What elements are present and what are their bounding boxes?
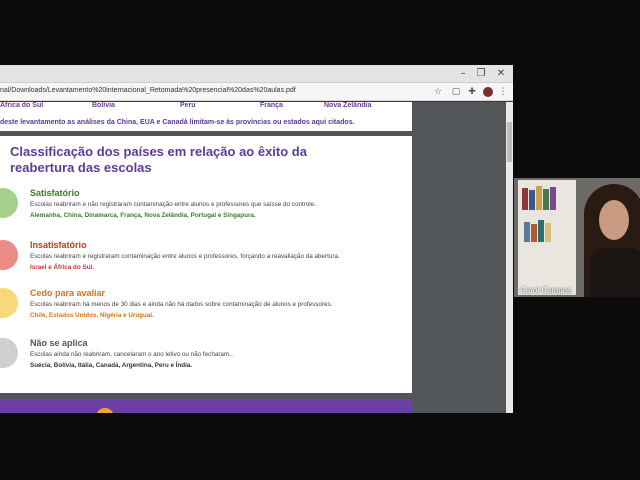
next-page-header <box>0 399 412 413</box>
decorative-circle-icon <box>96 408 114 413</box>
url-text[interactable]: nal/Downloads/Levantamento%20internacion… <box>0 87 296 94</box>
footnote-text: deste levantamento as análises da China,… <box>0 119 355 126</box>
vertical-scrollbar[interactable] <box>506 102 513 413</box>
country-label: França <box>260 102 283 109</box>
puzzle-icon[interactable]: ✚ <box>466 86 478 98</box>
category-title: Satisfatório <box>30 188 80 198</box>
country-label: África do Sul <box>0 102 44 109</box>
star-icon[interactable]: ☆ <box>432 86 444 98</box>
status-circle-icon <box>0 188 18 218</box>
status-circle-icon <box>0 240 18 270</box>
extension-icon[interactable]: ▢ <box>450 86 462 98</box>
category-title: Não se aplica <box>30 338 88 348</box>
video-call-stage: – ❐ ✕ nal/Downloads/Levantamento%20inter… <box>0 0 640 480</box>
category-description: Escolas reabriram e registraram contamin… <box>30 253 340 260</box>
category-countries: Suécia, Bolívia, Itália, Canadá, Argenti… <box>30 362 193 369</box>
close-icon[interactable]: ✕ <box>494 67 508 81</box>
country-label: Nova Zelândia <box>324 102 372 109</box>
maximize-icon[interactable]: ❐ <box>474 67 488 81</box>
category-description: Escolas ainda não reabriram, cancelaram … <box>30 351 235 358</box>
category-description: Escolas reabriram e não registraram cont… <box>30 201 316 208</box>
pdf-page: Classificação dos países em relação ao ê… <box>0 136 412 393</box>
category-countries: Chile, Estados Unidos, Nigéria e Uruguai… <box>30 312 154 319</box>
shared-screen: – ❐ ✕ nal/Downloads/Levantamento%20inter… <box>0 65 513 413</box>
pdf-viewer[interactable]: África do Sul Bolívia Peru França Nova Z… <box>0 102 506 413</box>
category-title: Insatisfatório <box>30 240 87 250</box>
participant-body <box>590 248 640 297</box>
category-description: Escolas reabriram há menos de 30 dias e … <box>30 301 333 308</box>
pdf-page-previous: África do Sul Bolívia Peru França Nova Z… <box>0 102 412 131</box>
participant-name: Carol Campos <box>520 286 572 295</box>
status-circle-icon <box>0 288 18 318</box>
minimize-icon[interactable]: – <box>456 67 470 81</box>
webcam-tile[interactable]: Carol Campos <box>514 178 640 297</box>
category-countries: Israel e África do Sul. <box>30 264 95 271</box>
category-countries: Alemanha, China, Dinamarca, França, Nova… <box>30 212 256 219</box>
address-bar[interactable]: nal/Downloads/Levantamento%20internacion… <box>0 83 513 101</box>
participant-face <box>599 200 629 240</box>
menu-icon[interactable]: ⋮ <box>497 86 509 98</box>
country-label: Peru <box>180 102 196 109</box>
bookshelf-background <box>518 180 576 295</box>
country-label: Bolívia <box>92 102 115 109</box>
avatar[interactable] <box>483 87 493 97</box>
status-circle-icon <box>0 338 18 368</box>
countries-row: África do Sul Bolívia Peru França Nova Z… <box>0 102 412 112</box>
category-title: Cedo para avaliar <box>30 288 106 298</box>
browser-title-bar: – ❐ ✕ <box>0 65 513 83</box>
scrollbar-thumb[interactable] <box>507 122 512 162</box>
page-title: Classificação dos países em relação ao ê… <box>10 144 307 175</box>
